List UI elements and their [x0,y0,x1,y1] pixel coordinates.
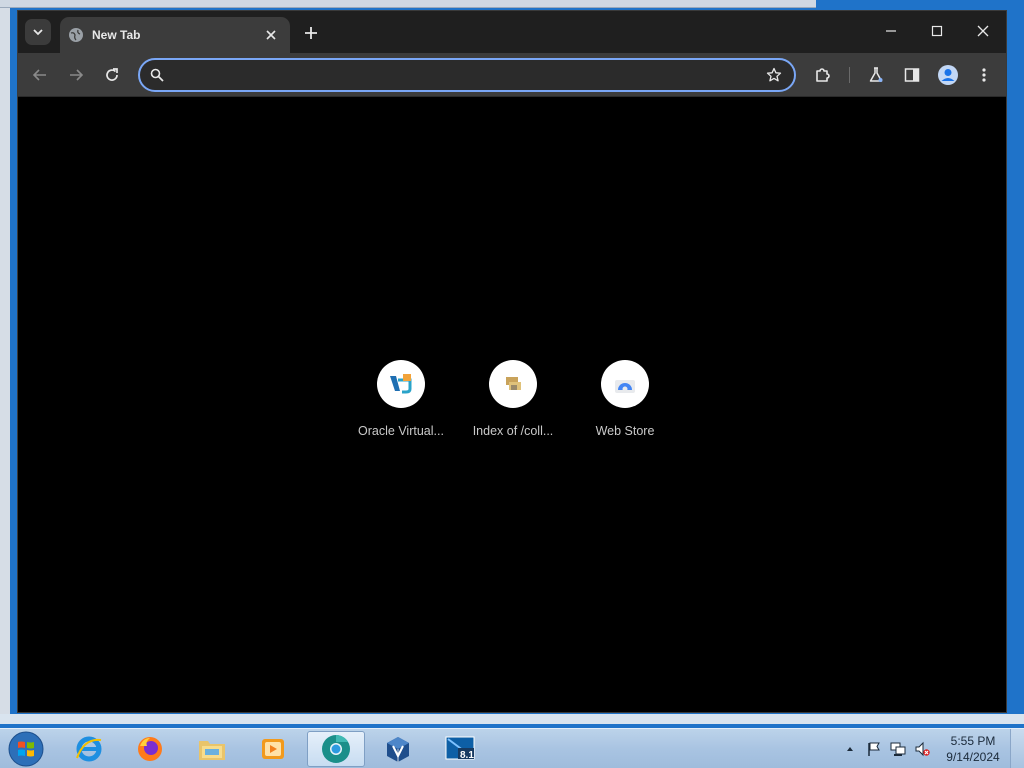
web-store-icon [615,380,635,393]
search-icon [150,68,164,82]
chromium-icon [322,735,350,763]
labs-button[interactable] [862,61,890,89]
network-button[interactable] [890,741,906,757]
start-button[interactable] [6,730,46,768]
shortcut-oracle-virtualbox[interactable]: Oracle Virtual... [346,360,456,438]
virtualbox-icon [390,374,412,394]
show-desktop-button[interactable] [1010,729,1024,768]
toolbar [18,53,1006,97]
profile-icon [938,65,958,85]
clock[interactable]: 5:55 PM 9/14/2024 [940,733,1006,765]
back-icon [32,69,46,81]
virtualbox-cube-icon [387,737,409,762]
clock-time: 5:55 PM [950,734,996,748]
chevron-down-icon [33,29,43,36]
shortcut-index-of[interactable]: Index of /coll... [458,360,568,438]
menu-button[interactable] [970,61,998,89]
tab-new-tab[interactable]: New Tab [60,17,290,53]
tab-title: New Tab [92,28,141,42]
firefox-icon [138,737,162,761]
taskbar-hyper-v[interactable]: 8.1 [431,731,489,767]
show-hidden-icons-button[interactable] [842,741,858,757]
shortcut-icon [489,360,537,408]
plus-icon [305,27,317,39]
side-panel-icon [904,68,920,82]
hyper-v-icon: 8.1 [445,736,475,761]
media-player-icon [262,739,284,759]
taskbar-internet-explorer[interactable] [60,731,118,767]
taskbar-media-player[interactable] [244,731,302,767]
close-icon [266,30,276,40]
labs-icon [869,67,883,82]
profile-button[interactable] [934,61,962,89]
shortcut-label: Oracle Virtual... [358,424,444,438]
title-bar: New Tab [18,11,1006,53]
tab-close-button[interactable] [262,26,280,44]
taskbar-file-explorer[interactable] [183,731,241,767]
bookmark-star-button[interactable] [764,65,784,85]
shortcut-label: Index of /coll... [472,424,554,438]
side-panel-button[interactable] [898,61,926,89]
minimize-icon [886,30,896,32]
extensions-icon [816,68,830,82]
flag-icon [868,742,880,756]
reload-icon [106,68,118,81]
toolbar-separator [849,67,850,83]
internet-explorer-icon [76,736,102,762]
minimize-button[interactable] [868,17,914,45]
taskbar-virtualbox[interactable] [369,731,427,767]
star-icon [766,67,782,82]
new-tab-button[interactable] [301,23,321,43]
taskbar: 8.1 5:55 PM 9/14/2024 [0,728,1024,768]
windows-logo-icon [8,731,44,767]
shortcut-icon [377,360,425,408]
shortcut-web-store[interactable]: Web Store [570,360,680,438]
back-button[interactable] [26,61,54,89]
svg-text:8.1: 8.1 [460,750,474,761]
window-close-button[interactable] [960,17,1006,45]
shortcut-icon [601,360,649,408]
background-window-edge [0,8,10,724]
menu-icon [982,68,986,82]
browser-window: New Tab Oracle Virtual... Index of /coll… [17,10,1007,713]
address-bar[interactable] [138,58,796,92]
new-tab-page: Oracle Virtual... Index of /coll... Web … [18,98,1006,712]
tab-search-button[interactable] [25,19,51,45]
action-center-button[interactable] [866,741,882,757]
maximize-icon [931,25,943,37]
background-window-titlebar [0,0,816,8]
extensions-button[interactable] [809,61,837,89]
clock-date: 9/14/2024 [946,750,1000,764]
maximize-button[interactable] [914,17,960,45]
reload-button[interactable] [98,61,126,89]
background-window-bottom [0,714,1024,724]
taskbar-chromium[interactable] [307,731,365,767]
folder-icon [199,741,225,760]
address-input[interactable] [172,67,764,83]
forward-icon [70,69,84,81]
window-close-icon [977,25,989,37]
folder-index-icon [506,377,521,390]
globe-icon [68,27,84,43]
network-icon [890,742,906,756]
forward-button[interactable] [62,61,90,89]
volume-button[interactable] [914,741,930,757]
taskbar-firefox[interactable] [121,731,179,767]
volume-muted-icon [915,741,930,757]
shortcut-label: Web Store [595,424,655,438]
chevron-up-icon [847,747,853,751]
